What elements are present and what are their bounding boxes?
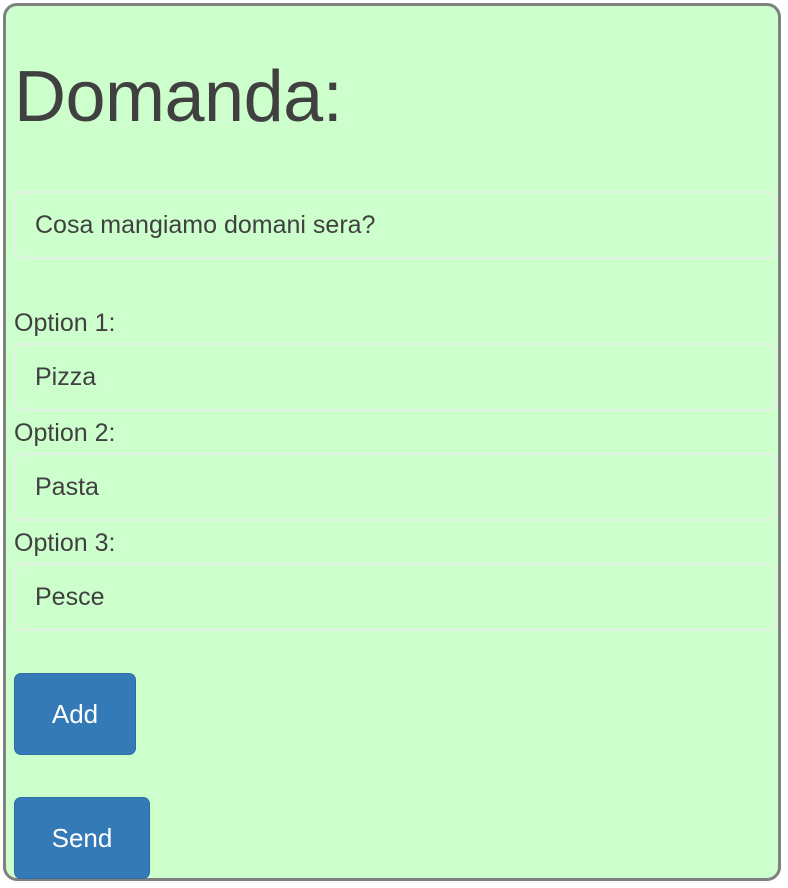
option-1-input[interactable] bbox=[14, 343, 776, 411]
option-3-input[interactable] bbox=[14, 563, 776, 631]
poll-form-card: Domanda: Option 1: Option 2: Option 3: A… bbox=[3, 3, 781, 881]
question-input[interactable] bbox=[14, 191, 776, 259]
send-button[interactable]: Send bbox=[14, 797, 150, 879]
option-2-label: Option 2: bbox=[14, 419, 116, 447]
option-1-label: Option 1: bbox=[14, 309, 116, 337]
option-2-input[interactable] bbox=[14, 453, 776, 521]
add-option-button[interactable]: Add bbox=[14, 673, 136, 755]
page-title: Domanda: bbox=[14, 57, 343, 137]
option-3-label: Option 3: bbox=[14, 529, 116, 557]
